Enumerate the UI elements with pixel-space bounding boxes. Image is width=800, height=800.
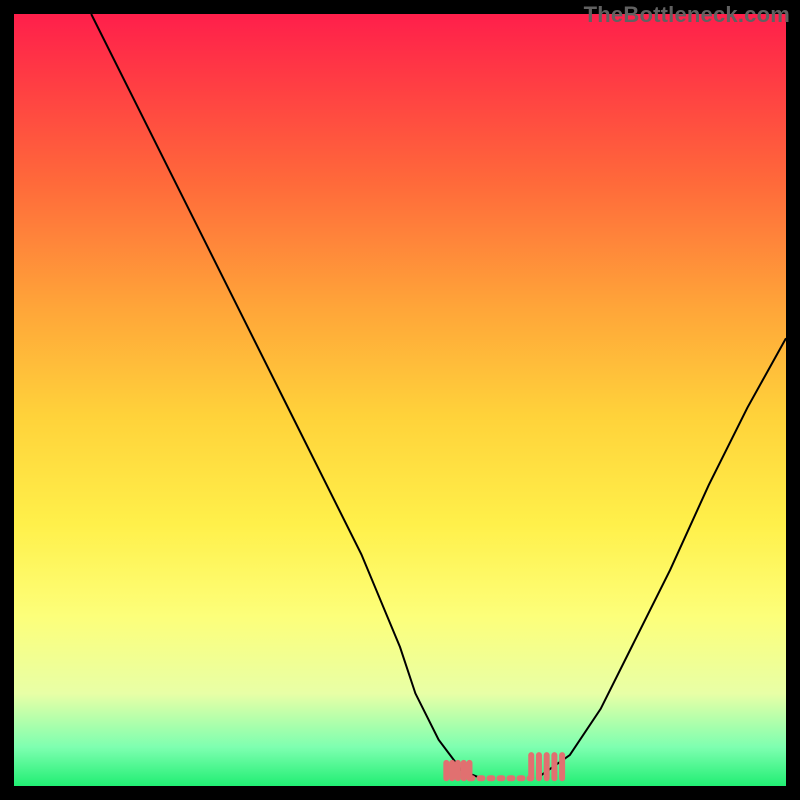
bottleneck-curve-left [91,14,477,777]
chart-overlay [14,14,786,786]
bottleneck-curve-right [539,338,786,777]
left-marker-cluster [446,763,469,778]
watermark-text: TheBottleneck.com [584,2,790,28]
right-marker-cluster [531,755,562,778]
